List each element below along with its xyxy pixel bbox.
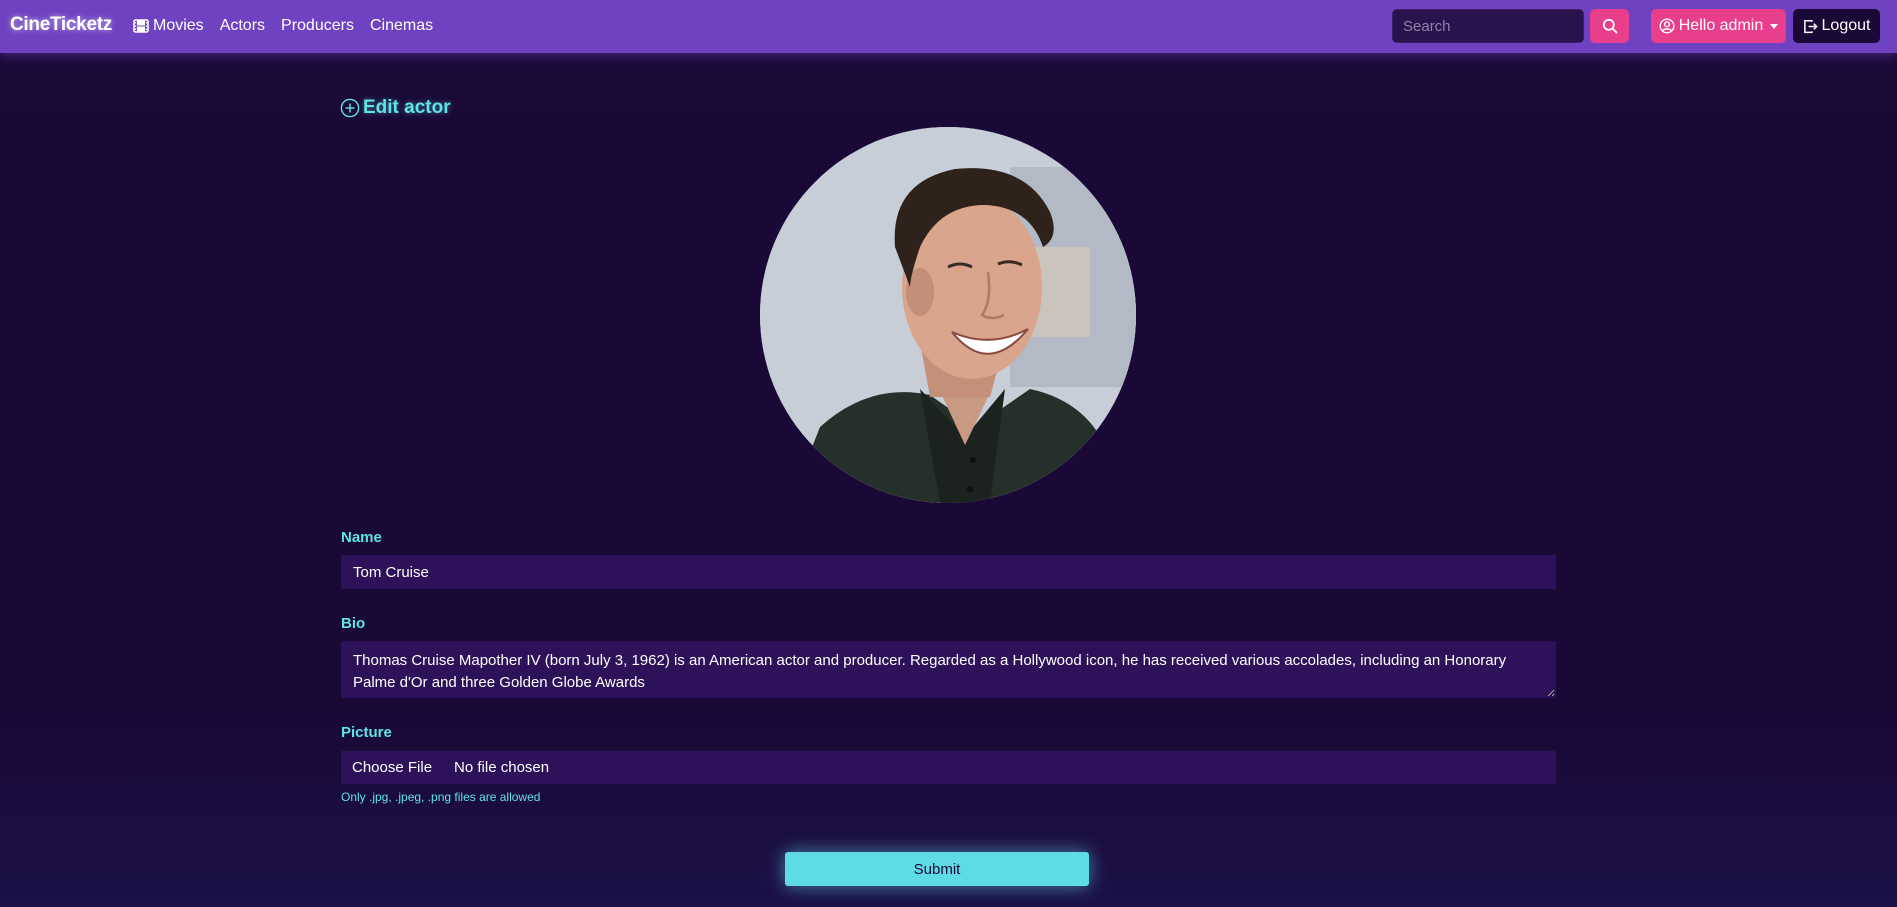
submit-button[interactable]: Submit [785,852,1089,886]
search-icon [1602,18,1617,34]
navbar: CineTicketz Movies Actors Producers Cine… [0,0,1897,53]
nav-link-label: Producers [281,17,354,34]
nav-link-label: Cinemas [369,17,434,34]
nav-link-label: Actors [219,17,266,34]
nav-link-movies[interactable]: Movies [133,17,204,35]
chevron-down-icon [1770,23,1779,29]
bio-textarea[interactable]: Thomas Cruise Mapother IV (born July 3, … [341,641,1556,698]
page-title: Edit actor [340,97,451,119]
logout-button[interactable]: Logout [1793,9,1880,43]
plus-circle-icon [340,98,360,118]
brand-logo[interactable]: CineTicketz [10,14,112,36]
logout-icon [1803,19,1818,33]
bio-label: Bio [341,615,366,632]
logout-label: Logout [1821,17,1871,34]
nav-links: Movies Actors Producers Cinemas [133,17,449,35]
file-type-hint: Only .jpg, .jpeg, .png files are allowed [341,790,541,804]
user-menu-label: Hello admin [1678,17,1764,34]
search-button[interactable] [1590,9,1629,43]
search-input[interactable] [1392,9,1584,43]
picture-label: Picture [341,724,392,741]
user-circle-icon [1659,18,1675,34]
page-title-text: Edit actor [363,97,451,118]
name-input[interactable] [341,555,1556,589]
film-icon [133,19,149,33]
user-menu-dropdown[interactable]: Hello admin [1651,9,1786,43]
choose-file-button[interactable]: Choose File [341,751,445,784]
nav-link-label: Movies [153,17,204,34]
nav-link-producers[interactable]: Producers [281,17,354,35]
actor-portrait-image [760,127,1136,503]
actor-avatar [760,127,1136,503]
picture-file-input[interactable]: Choose File No file chosen [341,751,1556,784]
nav-link-actors[interactable]: Actors [220,17,265,35]
name-label: Name [341,529,382,546]
nav-link-cinemas[interactable]: Cinemas [370,17,433,35]
file-status-text: No file chosen [454,759,550,776]
